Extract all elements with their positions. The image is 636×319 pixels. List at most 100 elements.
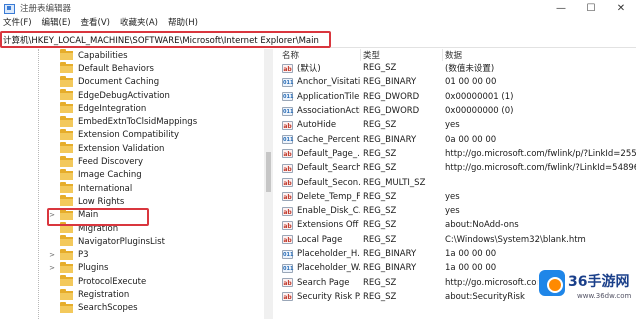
menu-edit[interactable]: 编辑(E)	[37, 16, 76, 30]
value-name: Default_Search...	[297, 163, 360, 174]
folder-icon	[60, 301, 73, 313]
tree-item[interactable]: Feed Discovery	[47, 155, 143, 168]
value-row[interactable]: ab (默认) REG_SZ (数值未设置)	[276, 61, 636, 75]
value-row[interactable]: ab Enable_Disk_C... REG_SZ yes	[276, 204, 636, 218]
menu-view[interactable]: 查看(V)	[76, 16, 115, 30]
value-type: REG_SZ	[363, 191, 397, 202]
tree-item[interactable]: NavigatorPluginsList	[47, 235, 165, 248]
tree-item-label: NavigatorPluginsList	[78, 236, 165, 247]
value-row[interactable]: 011AssociationActi...REG_DWORD 0x00000000…	[276, 104, 636, 118]
value-type: REG_DWORD	[363, 91, 420, 102]
value-name: Enable_Disk_C...	[297, 206, 360, 217]
menu-help[interactable]: 帮助(H)	[163, 16, 203, 30]
column-header-data[interactable]: 数据	[445, 49, 462, 61]
value-row[interactable]: 011ApplicationTile...REG_DWORD 0x00000001…	[276, 90, 636, 104]
minimize-button[interactable]: —	[546, 0, 576, 16]
value-type: REG_BINARY	[363, 249, 417, 260]
tree-item[interactable]: SearchScopes	[47, 301, 138, 315]
window-title: 注册表编辑器	[20, 4, 72, 14]
tree-scrollbar[interactable]	[264, 49, 273, 319]
tree-item[interactable]: Default Behaviors	[47, 62, 154, 75]
tree-item[interactable]: Capabilities	[47, 49, 128, 62]
folder-icon	[60, 142, 73, 154]
value-name: Default_Page_...	[297, 148, 360, 159]
binary-value-icon: 011	[282, 263, 294, 273]
value-row[interactable]: 011Cache_Percent...REG_BINARY 0a 00 00 00	[276, 133, 636, 147]
tree-item-label: Capabilities	[78, 50, 128, 61]
value-data: about:SecurityRisk	[445, 291, 525, 302]
value-type: REG_MULTI_SZ	[363, 177, 426, 188]
tree-item[interactable]: EmbedExtnToClsidMappings	[47, 115, 197, 129]
watermark-brand: 36手游网	[568, 274, 630, 290]
close-button[interactable]: ✕	[606, 0, 636, 16]
address-bar-empty-area[interactable]	[331, 31, 636, 48]
value-name: Extensions Off ...	[297, 220, 360, 231]
column-header-name[interactable]: 名称	[282, 49, 299, 61]
string-value-icon: ab	[282, 192, 293, 202]
tree-item[interactable]: EdgeDebugActivation	[47, 89, 170, 102]
tree-item-label: ProtocolExecute	[78, 276, 147, 287]
value-name: AutoHide	[297, 120, 337, 131]
address-bar[interactable]: 计算机\HKEY_LOCAL_MACHINE\SOFTWARE\Microsof…	[0, 31, 331, 48]
value-name: Delete_Temp_F...	[297, 191, 360, 202]
tree-item[interactable]: Extension Validation	[47, 142, 164, 155]
value-row[interactable]: ab Extensions Off ...REG_SZ about:NoAdd-on…	[276, 218, 636, 232]
tree-item-label: SearchScopes	[78, 303, 138, 314]
value-name: Security Risk P...	[297, 291, 360, 302]
value-row[interactable]: ab Default_Search...REG_SZ http://go.micro…	[276, 161, 636, 175]
folder-icon	[60, 208, 73, 220]
tree-item-label: Low Rights	[78, 196, 125, 207]
tree-item[interactable]: > P3	[47, 248, 89, 262]
value-type: REG_DWORD	[363, 106, 420, 117]
tree-item-label: Main	[78, 210, 99, 221]
value-type: REG_SZ	[363, 163, 397, 174]
binary-value-icon: 011	[282, 92, 294, 102]
value-row[interactable]: ab Delete_Temp_F...REG_SZ yes	[276, 190, 636, 204]
tree-item-label: Feed Discovery	[78, 157, 143, 168]
tree-item-label: Document Caching	[78, 77, 160, 88]
tree-item[interactable]: Low Rights	[47, 195, 124, 208]
menu-file[interactable]: 文件(F)	[0, 16, 37, 30]
binary-value-icon: 011	[282, 106, 294, 116]
folder-icon	[60, 235, 73, 247]
value-name: Placeholder_W...	[297, 263, 360, 274]
folder-icon	[60, 155, 73, 167]
string-value-icon: ab	[282, 206, 293, 216]
value-row[interactable]: ab Default_Secon... REG_MULTI_SZ	[276, 175, 636, 189]
value-row[interactable]: 011Anchor_Visitati...REG_BINARY 01 00 00 …	[276, 75, 636, 89]
value-row[interactable]: ab AutoHide REG_SZ yes	[276, 118, 636, 132]
value-name: ApplicationTile...	[297, 91, 360, 102]
expand-chevron-icon[interactable]: >	[47, 251, 57, 259]
tree-item[interactable]: Registration	[47, 288, 129, 301]
tree-item[interactable]: Migration	[47, 222, 118, 235]
string-value-icon: ab	[282, 278, 293, 288]
value-type: REG_BINARY	[363, 134, 417, 145]
tree-item[interactable]: Image Caching	[47, 168, 142, 182]
value-row[interactable]: 011 Placeholder_H... REG_BINARY 1a 00 00 00	[276, 247, 636, 261]
value-name: (默认)	[297, 64, 321, 75]
column-divider[interactable]	[360, 49, 361, 61]
tree-scrollbar-thumb[interactable]	[266, 152, 271, 192]
column-header-type[interactable]: 类型	[363, 49, 380, 61]
tree-item[interactable]: > Main	[47, 208, 99, 222]
expand-chevron-icon[interactable]: >	[47, 264, 57, 272]
tree-item[interactable]: > Plugins	[47, 261, 108, 275]
tree-item[interactable]: International	[47, 182, 132, 195]
folder-icon	[60, 261, 73, 273]
tree-item-label: Extension Validation	[78, 143, 165, 154]
value-type: REG_SZ	[363, 148, 397, 159]
column-divider[interactable]	[442, 49, 443, 61]
value-name: Placeholder_H...	[297, 249, 360, 260]
value-row[interactable]: ab Local Page REG_SZ C:\Windows\System32\bl…	[276, 233, 636, 247]
menu-favorites[interactable]: 收藏夹(A)	[115, 16, 163, 30]
tree-item[interactable]: ProtocolExecute	[47, 275, 146, 288]
folder-icon	[60, 275, 73, 287]
binary-value-icon: 011	[282, 135, 294, 145]
maximize-button[interactable]: ☐	[576, 0, 606, 16]
value-row[interactable]: ab Default_Page_... REG_SZ http://go.micros…	[276, 147, 636, 161]
expand-chevron-icon[interactable]: >	[47, 211, 57, 219]
tree-item-label: EdgeIntegration	[78, 103, 147, 114]
tree-item[interactable]: Extension Compatibility	[47, 128, 179, 142]
tree-item[interactable]: Document Caching	[47, 75, 160, 89]
tree-item[interactable]: EdgeIntegration	[47, 102, 146, 115]
